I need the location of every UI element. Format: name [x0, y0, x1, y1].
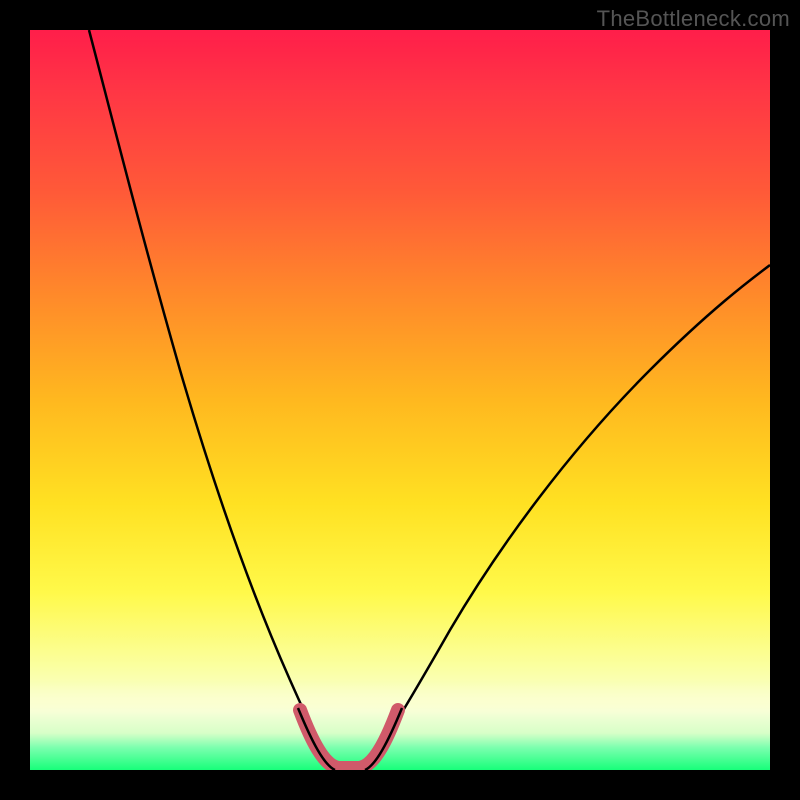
chart-root: { "watermark": "TheBottleneck.com", "col… — [0, 0, 800, 800]
left-curve — [89, 30, 335, 770]
watermark-text: TheBottleneck.com — [597, 6, 790, 32]
right-curve — [365, 265, 770, 770]
plot-area — [30, 30, 770, 770]
valley-highlight — [300, 710, 398, 768]
curve-layer — [30, 30, 770, 770]
